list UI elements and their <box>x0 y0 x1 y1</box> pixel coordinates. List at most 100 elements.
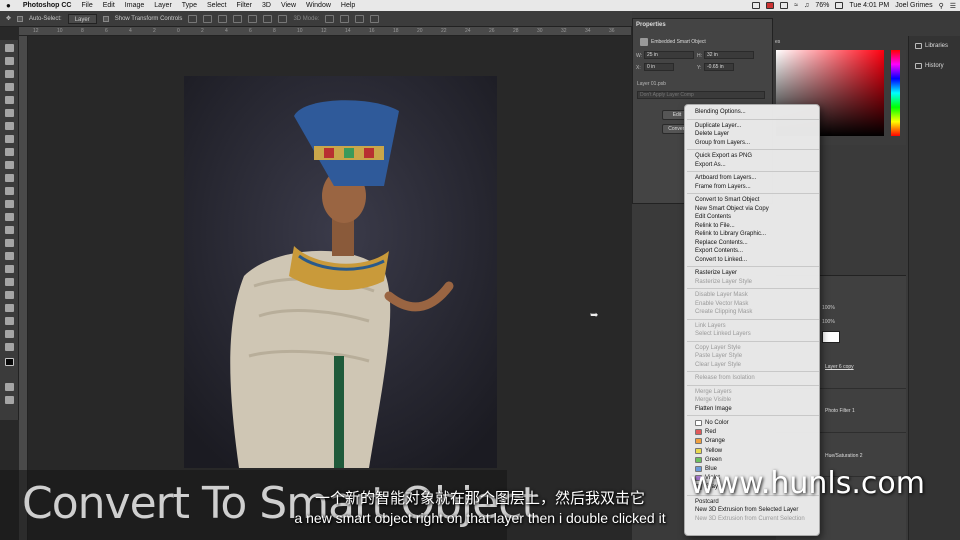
shape-tool-icon[interactable] <box>5 304 14 312</box>
menu-item[interactable]: Rasterize Layer <box>695 269 737 277</box>
menu-item[interactable]: Artboard from Layers... <box>695 174 756 182</box>
menu-image[interactable]: Image <box>120 2 149 9</box>
path-select-tool-icon[interactable] <box>5 291 14 299</box>
app-menu[interactable]: Photoshop CC <box>18 2 77 9</box>
clock[interactable]: Tue 4:01 PM <box>849 2 889 9</box>
healing-tool-icon[interactable] <box>5 122 14 130</box>
slide-3d-icon[interactable] <box>370 14 380 23</box>
document-image[interactable] <box>184 76 497 468</box>
menu-item[interactable]: Relink to Library Graphic... <box>695 230 766 238</box>
edit-toolbar-icon[interactable] <box>5 343 14 351</box>
orbit-3d-icon[interactable] <box>325 14 335 23</box>
menu-type[interactable]: Type <box>177 2 202 9</box>
menu-file[interactable]: File <box>76 2 97 9</box>
menu-item[interactable]: Frame from Layers... <box>695 183 751 191</box>
menu-item-color[interactable]: Red <box>705 428 716 436</box>
search-icon[interactable]: ⚲ <box>939 2 944 10</box>
menu-item[interactable]: Relink to File... <box>695 222 735 230</box>
move-tool-icon[interactable]: ✥ <box>6 15 11 22</box>
menu-select[interactable]: Select <box>202 2 231 9</box>
align-left-icon[interactable] <box>233 14 243 23</box>
eraser-tool-icon[interactable] <box>5 213 14 221</box>
blur-tool-icon[interactable] <box>5 239 14 247</box>
menu-item-color[interactable]: Yellow <box>705 447 722 455</box>
menu-filter[interactable]: Filter <box>231 2 257 9</box>
align-top-icon[interactable] <box>188 14 198 23</box>
menu-help[interactable]: Help <box>336 2 360 9</box>
history-brush-tool-icon[interactable] <box>5 161 14 169</box>
y-field[interactable]: -0.65 in <box>704 63 734 71</box>
layer-name[interactable]: Layer 6 copy <box>825 364 854 370</box>
quick-mask-icon[interactable] <box>5 383 14 391</box>
pen-tool-icon[interactable] <box>5 265 14 273</box>
layer-comp-dropdown[interactable]: Don't Apply Layer Comp <box>637 91 765 99</box>
x-field[interactable]: 0 in <box>644 63 674 71</box>
record-icon[interactable] <box>766 2 775 9</box>
menu-item-color[interactable]: Orange <box>705 437 725 445</box>
align-right-icon[interactable] <box>263 14 273 23</box>
dodge-tool-icon[interactable] <box>5 252 14 260</box>
type-tool-icon[interactable] <box>5 278 14 286</box>
menu-item[interactable]: Blending Options... <box>695 108 746 116</box>
menu-item[interactable]: Replace Contents... <box>695 239 748 247</box>
menu-layer[interactable]: Layer <box>149 2 177 9</box>
height-field[interactable]: 32 in <box>704 51 754 59</box>
gradient-tool-icon[interactable] <box>5 226 14 234</box>
menu-item[interactable]: Flatten Image <box>695 405 732 413</box>
display-icon[interactable] <box>780 2 789 9</box>
hand-tool-icon[interactable] <box>5 317 14 325</box>
brush-tool-icon[interactable] <box>5 135 14 143</box>
menu-view[interactable]: View <box>276 2 301 9</box>
libraries-button[interactable]: Libraries <box>915 43 948 49</box>
layer-name[interactable]: Photo Filter 1 <box>825 408 855 414</box>
color-panel-tab[interactable]: es <box>775 39 780 45</box>
eyedropper-tool-icon[interactable] <box>5 109 14 117</box>
pan-3d-icon[interactable] <box>355 14 365 23</box>
fill-value[interactable]: 100% <box>822 319 835 325</box>
menu-edit[interactable]: Edit <box>98 2 120 9</box>
battery-level[interactable]: 76% <box>815 2 829 9</box>
align-middle-icon[interactable] <box>203 14 213 23</box>
history-button[interactable]: History <box>915 63 944 69</box>
menu-list-icon[interactable]: ☰ <box>950 2 956 10</box>
quick-select-tool-icon[interactable] <box>5 83 14 91</box>
menu-item[interactable]: Quick Export as PNG <box>695 152 752 160</box>
wifi-icon[interactable]: ≈ <box>794 2 798 9</box>
stamp-alt-tool-icon[interactable] <box>5 187 14 195</box>
menu-3d[interactable]: 3D <box>257 2 276 9</box>
layer-name[interactable]: Hue/Saturation 2 <box>825 453 863 459</box>
menu-item-color[interactable]: Green <box>705 456 722 464</box>
menu-item[interactable]: Duplicate Layer... <box>695 122 741 130</box>
align-bottom-icon[interactable] <box>218 14 228 23</box>
history-alt-tool-icon[interactable] <box>5 200 14 208</box>
menu-item[interactable]: Edit Contents <box>695 213 731 221</box>
roll-3d-icon[interactable] <box>340 14 350 23</box>
zoom-tool-icon[interactable] <box>5 330 14 338</box>
menu-item[interactable]: Convert to Smart Object <box>695 196 759 204</box>
foreground-color-swatch[interactable] <box>5 358 14 366</box>
align-center-icon[interactable] <box>248 14 258 23</box>
brush-alt-tool-icon[interactable] <box>5 174 14 182</box>
distribute-icon[interactable] <box>278 14 288 23</box>
show-transform-checkbox[interactable] <box>102 15 109 22</box>
crop-tool-icon[interactable] <box>5 96 14 104</box>
width-field[interactable]: 25 in <box>644 51 694 59</box>
opacity-value[interactable]: 100% <box>822 305 835 311</box>
screen-mode-icon[interactable] <box>5 396 14 404</box>
apple-menu-icon[interactable]: ● <box>0 1 18 10</box>
hue-slider[interactable] <box>891 50 900 136</box>
status-icon[interactable] <box>752 2 761 9</box>
menu-item[interactable]: Convert to Linked... <box>695 256 747 264</box>
menu-window[interactable]: Window <box>301 2 336 9</box>
auto-select-dropdown[interactable]: Layer <box>67 13 97 24</box>
auto-select-checkbox[interactable] <box>17 15 24 22</box>
stamp-tool-icon[interactable] <box>5 148 14 156</box>
user-name[interactable]: Joel Grimes <box>895 2 932 9</box>
marquee-tool-icon[interactable] <box>5 57 14 65</box>
menu-item[interactable]: Export Contents... <box>695 247 743 255</box>
menu-item[interactable]: New Smart Object via Copy <box>695 205 769 213</box>
lasso-tool-icon[interactable] <box>5 70 14 78</box>
menu-item[interactable]: Group from Layers... <box>695 139 750 147</box>
menu-item[interactable]: Export As... <box>695 161 726 169</box>
volume-icon[interactable]: ♫ <box>804 2 809 9</box>
